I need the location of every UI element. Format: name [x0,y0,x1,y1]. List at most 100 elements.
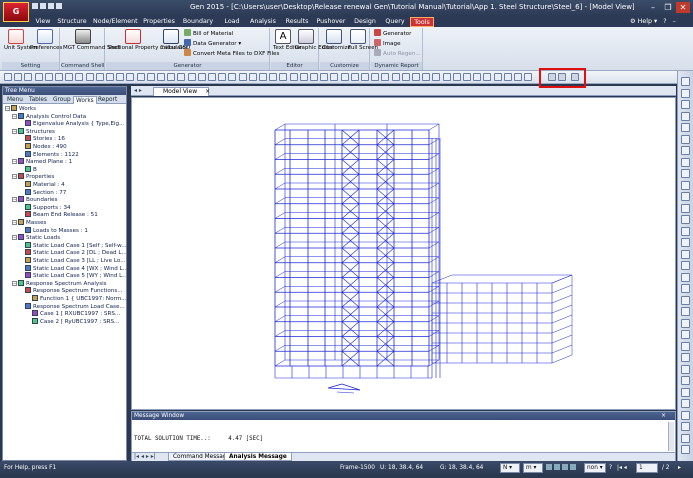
auto-regen-button[interactable]: Auto Regen... [374,49,421,59]
toolbar-tool-icon[interactable] [483,73,491,81]
toolbar-tool-icon[interactable] [504,73,512,81]
tree-node[interactable]: − Works [5,105,36,112]
view-tool-icon[interactable] [681,100,690,109]
expand-toggle-icon[interactable]: − [5,106,10,111]
tree-node[interactable]: Case 2 [ RyUBC1997 : SRS... [26,317,119,325]
view-tool-icon[interactable] [681,192,690,201]
expand-toggle-icon[interactable]: − [12,113,17,119]
app-logo-icon[interactable]: G [3,2,29,22]
toolbar-tool-icon[interactable] [208,73,216,81]
toolbar-tool-icon[interactable] [402,73,410,81]
toolbar-tool-icon[interactable] [75,73,83,81]
expand-toggle-icon[interactable]: − [12,235,17,241]
toolbar-tool-icon[interactable] [524,73,532,81]
toolbar-tool-icon[interactable] [392,73,400,81]
tab-model-view[interactable]: Model View × [153,87,210,96]
text-editor-button[interactable]: A Text Editor [273,29,302,51]
toolbar-tool-icon[interactable] [371,73,379,81]
view-tool-icon[interactable] [681,89,690,98]
tree-node[interactable]: − Named Plane : 1 [12,158,72,165]
tree-node[interactable]: − Boundaries [12,196,58,203]
view-tool-icon[interactable] [681,227,690,236]
toolbar-tool-icon[interactable] [106,73,114,81]
tab-design[interactable]: Design [352,17,378,27]
view-tool-icon[interactable] [681,215,690,224]
toolbar-tool-icon[interactable] [45,73,53,81]
toolbar-tool-icon[interactable] [269,73,277,81]
tree-node[interactable]: Stories : 16 [19,135,65,142]
tree-node[interactable]: − Static Loads [12,234,60,241]
view-tool-icon[interactable] [681,411,690,420]
tree-node[interactable]: − Response Spectrum Analysis [12,279,107,287]
tree-node[interactable]: Material : 4 [19,181,65,188]
toolbar-tool-icon[interactable] [351,73,359,81]
toolbar-tool-icon[interactable] [167,73,175,81]
tree-node[interactable]: Section : 77 [19,188,66,196]
tree-node[interactable]: Response Spectrum Functions... [19,287,123,294]
report-image-button[interactable]: Image [374,39,401,49]
toolbar-tool-icon[interactable] [320,73,328,81]
view-tool-icon[interactable] [681,146,690,155]
view-tool-icon[interactable] [681,399,690,408]
tab-query[interactable]: Query [384,17,406,27]
toolbar-tool-icon[interactable] [177,73,185,81]
view-tool-icon[interactable] [681,273,690,282]
quick-access-toolbar[interactable] [32,3,92,13]
page-next-icon[interactable]: ▸ [678,464,681,472]
toolbar-tool-icon[interactable] [494,73,502,81]
toolbar-tool-icon[interactable] [290,73,298,81]
view-tool-icon[interactable] [681,284,690,293]
toolbar-tool-icon[interactable] [514,73,522,81]
tab-properties[interactable]: Properties [143,17,175,27]
preferences-button[interactable]: Preferences [30,29,62,51]
expand-toggle-icon[interactable]: − [12,159,17,165]
tab-results[interactable]: Results [284,17,310,27]
tree-tab-menu[interactable]: Menu [5,96,25,104]
report-generator-button[interactable]: Generator [374,29,411,39]
toolbar-tool-icon[interactable] [432,73,440,81]
view-tool-icon[interactable] [681,422,690,431]
view-tool-icon[interactable] [681,181,690,190]
tab-view[interactable]: View [33,17,53,27]
tree-node[interactable]: Static Load Case 2 [DL ; Dead L... [19,249,126,256]
close-button[interactable]: ✕ [676,2,690,13]
view-tool-icon[interactable] [681,319,690,328]
tab-structure[interactable]: Structure [57,17,87,27]
minimize-button[interactable]: – [646,2,660,13]
toolbar-tool-icon[interactable] [249,73,257,81]
help-icon[interactable]: ? [609,464,612,472]
tab-tools[interactable]: Tools [410,17,434,27]
toolbar-tool-icon[interactable] [198,73,206,81]
view-tool-icon[interactable] [681,307,690,316]
toolbar-tool-icon[interactable] [422,73,430,81]
bill-of-material-button[interactable]: Bill of Material [184,29,233,39]
status-icons[interactable] [546,464,580,472]
toolbar-tool-icon[interactable] [473,73,481,81]
view-tool-icon[interactable] [681,158,690,167]
toolbar-tool-icon[interactable] [239,73,247,81]
view-tool-icon[interactable] [681,135,690,144]
page-number-input[interactable]: 1 [636,463,658,473]
minimize-ribbon-icon[interactable]: – [673,18,676,25]
toolbar-tool-icon[interactable] [463,73,471,81]
close-tab-icon[interactable]: × [205,88,210,95]
toolbar-tool-icon[interactable] [330,73,338,81]
tab-analysis-message[interactable]: Analysis Message [224,453,292,461]
tree-node[interactable]: Eigenvalue Analysis { Type,Eig... [19,120,124,127]
graphic-editor-button[interactable]: Graphic Editor [295,29,334,51]
toolbar-tool-icon[interactable] [361,73,369,81]
page-first-icon[interactable]: |◂ ◂ [617,464,627,472]
toolbar-tool-icon[interactable] [116,73,124,81]
expand-toggle-icon[interactable]: − [12,197,17,203]
toolbar-tool-icon[interactable] [218,73,226,81]
gear-icon[interactable]: ⚙ [630,18,636,25]
view-tool-icon[interactable] [681,296,690,305]
toolbar-tool-icon[interactable] [188,73,196,81]
tree-node[interactable]: B [19,165,37,173]
tree-node[interactable]: Elements : 1122 [19,150,79,158]
tree-node[interactable]: Function 1 { UBC1997: Norm... [26,295,126,302]
view-tool-icon[interactable] [681,112,690,121]
toolbar-tool-icon[interactable] [147,73,155,81]
view-tool-icon[interactable] [681,250,690,259]
message-scrollbar[interactable] [668,422,674,451]
